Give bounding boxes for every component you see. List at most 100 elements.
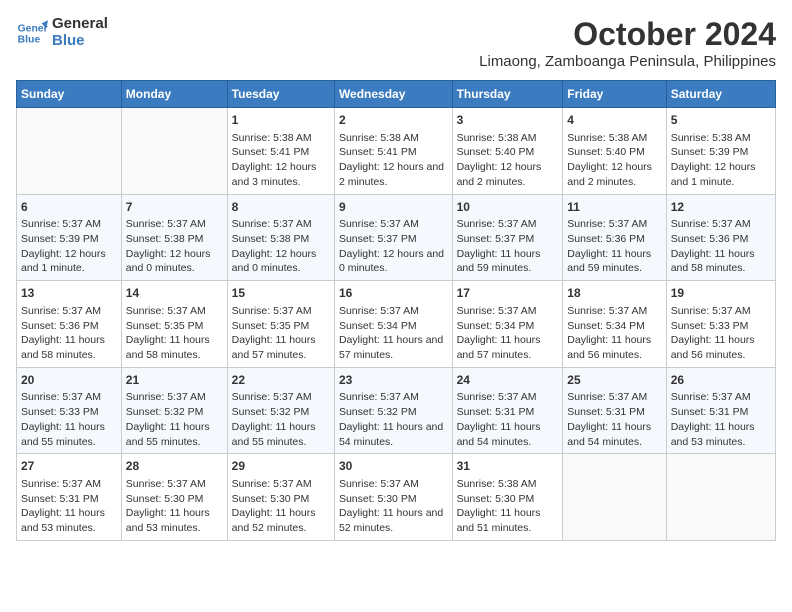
day-info: Sunrise: 5:38 AM — [457, 131, 559, 146]
calendar-body: 1Sunrise: 5:38 AMSunset: 5:41 PMDaylight… — [17, 108, 776, 541]
day-info: Daylight: 11 hours and 57 minutes. — [232, 333, 330, 362]
day-info: Sunset: 5:34 PM — [457, 319, 559, 334]
day-info: Sunset: 5:32 PM — [339, 405, 448, 420]
day-info: Sunset: 5:41 PM — [339, 145, 448, 160]
day-number: 7 — [126, 199, 223, 216]
calendar-cell: 23Sunrise: 5:37 AMSunset: 5:32 PMDayligh… — [334, 367, 452, 454]
day-info: Sunset: 5:32 PM — [126, 405, 223, 420]
calendar-cell: 14Sunrise: 5:37 AMSunset: 5:35 PMDayligh… — [121, 281, 227, 368]
day-number: 2 — [339, 112, 448, 129]
calendar-cell: 4Sunrise: 5:38 AMSunset: 5:40 PMDaylight… — [563, 108, 666, 195]
day-info: Sunrise: 5:37 AM — [567, 217, 661, 232]
day-number: 24 — [457, 372, 559, 389]
calendar-cell: 1Sunrise: 5:38 AMSunset: 5:41 PMDaylight… — [227, 108, 334, 195]
calendar-cell: 12Sunrise: 5:37 AMSunset: 5:36 PMDayligh… — [666, 194, 775, 281]
day-info: Sunrise: 5:37 AM — [339, 217, 448, 232]
day-info: Daylight: 11 hours and 52 minutes. — [232, 506, 330, 535]
day-info: Sunset: 5:33 PM — [21, 405, 117, 420]
day-number: 10 — [457, 199, 559, 216]
day-info: Daylight: 11 hours and 56 minutes. — [567, 333, 661, 362]
day-info: Sunrise: 5:37 AM — [671, 304, 771, 319]
day-info: Sunrise: 5:37 AM — [567, 390, 661, 405]
calendar-cell: 25Sunrise: 5:37 AMSunset: 5:31 PMDayligh… — [563, 367, 666, 454]
day-info: Sunset: 5:30 PM — [232, 492, 330, 507]
calendar-cell — [563, 454, 666, 541]
calendar-cell: 28Sunrise: 5:37 AMSunset: 5:30 PMDayligh… — [121, 454, 227, 541]
calendar-cell: 3Sunrise: 5:38 AMSunset: 5:40 PMDaylight… — [452, 108, 563, 195]
calendar-cell — [121, 108, 227, 195]
day-info: Sunset: 5:37 PM — [457, 232, 559, 247]
day-number: 16 — [339, 285, 448, 302]
day-number: 17 — [457, 285, 559, 302]
day-info: Daylight: 12 hours and 2 minutes. — [339, 160, 448, 189]
page-header: General Blue General Blue October 2024 L… — [16, 16, 776, 70]
day-info: Sunset: 5:30 PM — [457, 492, 559, 507]
calendar-week-2: 6Sunrise: 5:37 AMSunset: 5:39 PMDaylight… — [17, 194, 776, 281]
day-info: Sunset: 5:34 PM — [339, 319, 448, 334]
day-info: Sunrise: 5:38 AM — [232, 131, 330, 146]
day-info: Sunset: 5:35 PM — [126, 319, 223, 334]
day-info: Sunrise: 5:37 AM — [232, 390, 330, 405]
calendar-header-row: SundayMondayTuesdayWednesdayThursdayFrid… — [17, 81, 776, 108]
day-info: Daylight: 12 hours and 3 minutes. — [232, 160, 330, 189]
calendar-cell: 29Sunrise: 5:37 AMSunset: 5:30 PMDayligh… — [227, 454, 334, 541]
calendar-week-1: 1Sunrise: 5:38 AMSunset: 5:41 PMDaylight… — [17, 108, 776, 195]
day-info: Sunrise: 5:37 AM — [671, 390, 771, 405]
day-info: Sunset: 5:36 PM — [567, 232, 661, 247]
day-info: Sunrise: 5:37 AM — [339, 390, 448, 405]
day-info: Daylight: 11 hours and 59 minutes. — [567, 247, 661, 276]
calendar-week-5: 27Sunrise: 5:37 AMSunset: 5:31 PMDayligh… — [17, 454, 776, 541]
day-info: Sunset: 5:31 PM — [457, 405, 559, 420]
day-number: 21 — [126, 372, 223, 389]
day-number: 6 — [21, 199, 117, 216]
header-tuesday: Tuesday — [227, 81, 334, 108]
day-info: Sunrise: 5:38 AM — [339, 131, 448, 146]
logo-icon: General Blue — [16, 17, 48, 49]
day-info: Daylight: 11 hours and 55 minutes. — [126, 420, 223, 449]
header-saturday: Saturday — [666, 81, 775, 108]
day-info: Sunrise: 5:37 AM — [126, 390, 223, 405]
day-number: 29 — [232, 458, 330, 475]
day-info: Sunrise: 5:37 AM — [671, 217, 771, 232]
day-info: Sunset: 5:40 PM — [567, 145, 661, 160]
calendar-cell: 20Sunrise: 5:37 AMSunset: 5:33 PMDayligh… — [17, 367, 122, 454]
day-info: Daylight: 11 hours and 58 minutes. — [671, 247, 771, 276]
header-thursday: Thursday — [452, 81, 563, 108]
day-info: Daylight: 11 hours and 51 minutes. — [457, 506, 559, 535]
calendar-week-4: 20Sunrise: 5:37 AMSunset: 5:33 PMDayligh… — [17, 367, 776, 454]
header-wednesday: Wednesday — [334, 81, 452, 108]
day-info: Sunset: 5:30 PM — [339, 492, 448, 507]
svg-text:Blue: Blue — [18, 34, 41, 45]
day-info: Sunrise: 5:37 AM — [567, 304, 661, 319]
calendar-cell: 21Sunrise: 5:37 AMSunset: 5:32 PMDayligh… — [121, 367, 227, 454]
day-info: Daylight: 12 hours and 2 minutes. — [457, 160, 559, 189]
day-info: Sunrise: 5:37 AM — [126, 217, 223, 232]
calendar-cell: 31Sunrise: 5:38 AMSunset: 5:30 PMDayligh… — [452, 454, 563, 541]
calendar-cell — [666, 454, 775, 541]
calendar-week-3: 13Sunrise: 5:37 AMSunset: 5:36 PMDayligh… — [17, 281, 776, 368]
title-block: October 2024 Limaong, Zamboanga Peninsul… — [479, 16, 776, 70]
calendar-cell: 18Sunrise: 5:37 AMSunset: 5:34 PMDayligh… — [563, 281, 666, 368]
day-info: Sunrise: 5:37 AM — [339, 304, 448, 319]
day-info: Sunset: 5:39 PM — [21, 232, 117, 247]
day-number: 1 — [232, 112, 330, 129]
header-sunday: Sunday — [17, 81, 122, 108]
day-number: 9 — [339, 199, 448, 216]
calendar-cell: 8Sunrise: 5:37 AMSunset: 5:38 PMDaylight… — [227, 194, 334, 281]
day-info: Sunrise: 5:37 AM — [339, 477, 448, 492]
day-number: 19 — [671, 285, 771, 302]
day-info: Daylight: 11 hours and 59 minutes. — [457, 247, 559, 276]
day-info: Daylight: 11 hours and 54 minutes. — [339, 420, 448, 449]
day-number: 26 — [671, 372, 771, 389]
day-number: 5 — [671, 112, 771, 129]
day-info: Daylight: 11 hours and 53 minutes. — [21, 506, 117, 535]
day-info: Sunrise: 5:37 AM — [21, 390, 117, 405]
day-info: Sunrise: 5:37 AM — [21, 477, 117, 492]
day-info: Sunrise: 5:37 AM — [21, 217, 117, 232]
calendar-cell: 10Sunrise: 5:37 AMSunset: 5:37 PMDayligh… — [452, 194, 563, 281]
day-number: 8 — [232, 199, 330, 216]
day-info: Sunset: 5:32 PM — [232, 405, 330, 420]
calendar-cell: 5Sunrise: 5:38 AMSunset: 5:39 PMDaylight… — [666, 108, 775, 195]
day-number: 12 — [671, 199, 771, 216]
day-info: Sunset: 5:35 PM — [232, 319, 330, 334]
